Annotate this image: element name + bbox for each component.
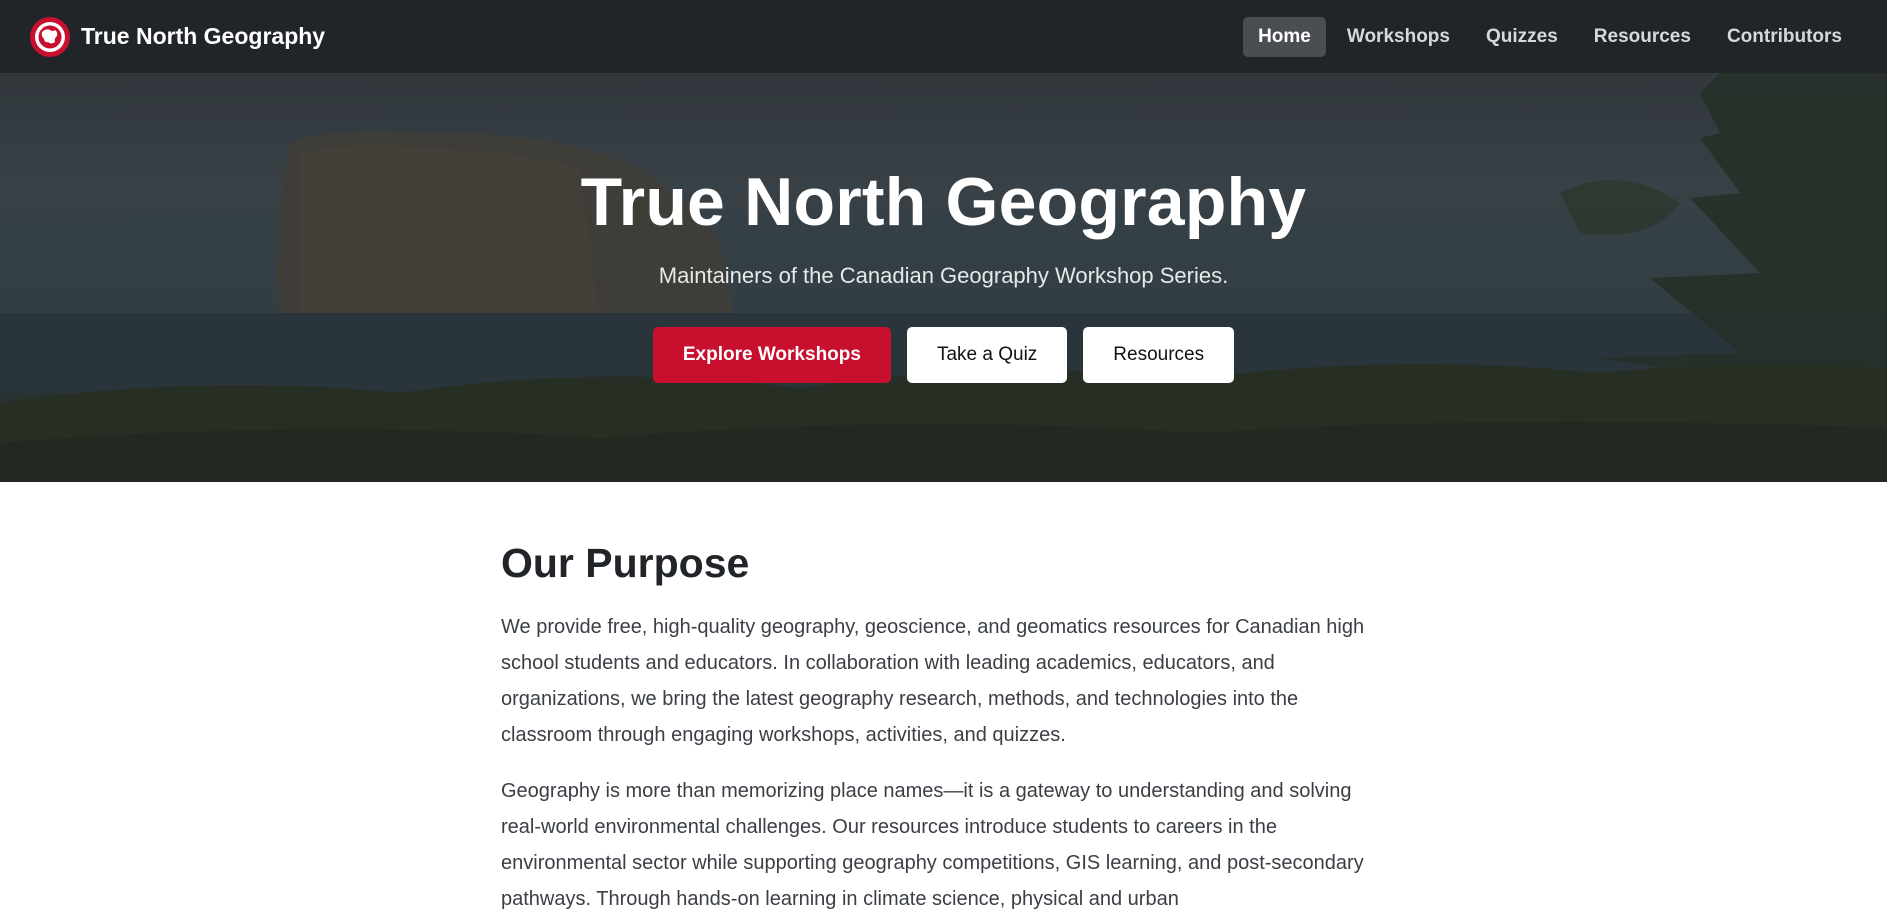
hero-buttons: Explore Workshops Take a Quiz Resources [652,327,1235,383]
purpose-section: Our Purpose We provide free, high-qualit… [501,540,1391,917]
section-title: Our Purpose [501,540,750,586]
top-navbar: True North Geography Home Workshops Quiz… [0,0,1887,73]
nav-link-home[interactable]: Home [1243,16,1326,57]
nav-link-resources[interactable]: Resources [1579,17,1706,57]
hero-title: True North Geography [580,164,1307,240]
take-quiz-button[interactable]: Take a Quiz [906,327,1068,383]
purpose-paragraph-2: Geography is more than memorizing place … [501,780,1364,910]
brand-name: True North Geography [81,23,326,49]
nav-link-contributors[interactable]: Contributors [1712,17,1857,57]
hero-content: True North Geography Maintainers of the … [0,73,1887,482]
brand-link[interactable]: True North Geography [30,16,326,57]
nav-link-workshops[interactable]: Workshops [1332,17,1465,57]
hero-subtitle: Maintainers of the Canadian Geography Wo… [658,263,1229,288]
globe-logo-icon [30,16,70,57]
resources-button[interactable]: Resources [1083,327,1235,383]
explore-workshops-button[interactable]: Explore Workshops [652,327,891,383]
hero-section: True North Geography Maintainers of the … [0,73,1887,482]
nav-link-quizzes[interactable]: Quizzes [1471,17,1573,57]
purpose-paragraph-1: We provide free, high-quality geography,… [501,616,1365,746]
main-nav: Home Workshops Quizzes Resources Contrib… [1243,16,1857,57]
